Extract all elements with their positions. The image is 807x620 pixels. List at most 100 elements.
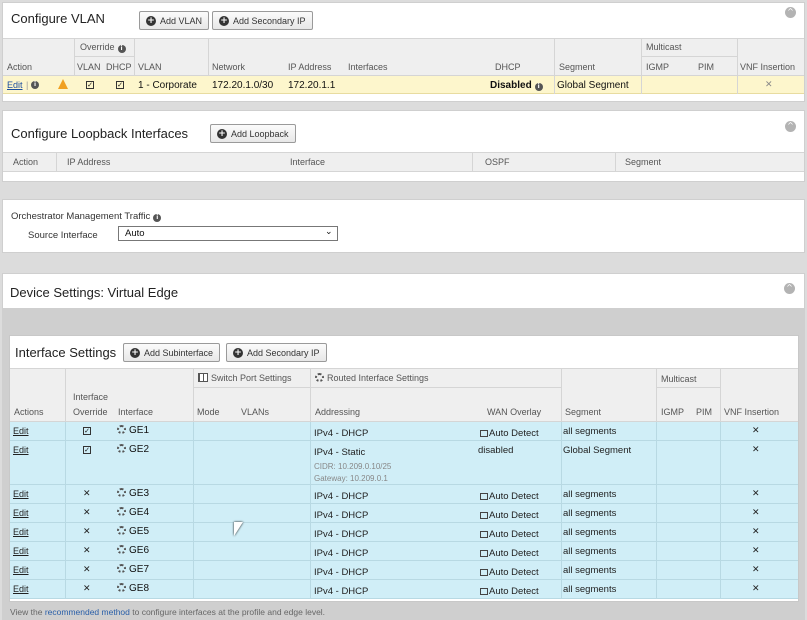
interface-segment: all segments [563,565,617,576]
header-multicast-iface: Multicast [661,374,697,384]
interface-edit-link[interactable]: Edit [13,527,29,537]
header-actions: Actions [14,407,44,417]
interface-segment: Global Segment [563,445,632,456]
header-vlans: VLANs [241,407,270,417]
header-pim-iface: PIM [696,407,713,417]
interface-edit-link[interactable]: Edit [13,426,29,436]
add-subinterface-button[interactable]: + Add Subinterface [123,343,221,362]
info-icon[interactable]: i [153,214,162,222]
interface-override-checkbox[interactable]: ✓ [83,427,91,435]
interface-gear-icon [117,583,126,592]
interface-override-checkbox[interactable]: ✓ [83,446,91,454]
mgmt-title: Orchestrator Management Traffic i [11,211,162,222]
interface-gateway: Gateway: 10.209.0.1 [314,474,388,483]
interface-row: Edit ✕ GE3 IPv4 - DHCP Auto Detect all segmen… [10,485,798,504]
vlan-edit-link[interactable]: Edit [7,80,23,90]
interface-segment: all segments [563,489,617,500]
header-segment-iface: Segment [565,407,602,417]
x-icon: ✕ [83,565,91,575]
vlan-dhcp-status: Disabled i [490,80,543,91]
vlan-name: 1 - Corporate [138,80,197,91]
interface-segment: all segments [563,527,617,538]
chevron-up-circle-icon[interactable]: ^ [784,283,795,294]
plus-circle-icon: + [233,347,243,358]
interface-edit-link[interactable]: Edit [13,445,29,455]
vlan-network: 172.20.1.0/30 [212,80,274,91]
add-secondary-ip-iface-button[interactable]: + Add Secondary IP [226,343,327,362]
info-icon[interactable]: i [534,83,543,91]
dhcp-override-checkbox[interactable]: ✓ [116,81,124,89]
monitor-icon [480,569,488,576]
add-loopback-label: Add Loopback [231,128,289,139]
vlan-segment: Global Segment [557,80,629,91]
interface-edit-link[interactable]: Edit [13,508,29,518]
source-interface-value: Auto [125,228,145,239]
x-icon: ✕ [752,546,760,556]
header-switch-port-settings: Switch Port Settings [198,373,292,383]
separator: | [26,80,29,90]
interface-settings-title: Interface Settings [15,345,117,360]
vlan-row: Edit | i ✓ ✓ 1 - Corporate 172.20.1.0/30… [3,76,804,94]
interface-row: Edit ✕ GE7 IPv4 - DHCP Auto Detect all segmen… [10,561,798,580]
interface-name: GE8 [117,583,149,594]
vlan-panel-title: Configure VLAN [11,11,105,26]
chevron-up-circle-icon[interactable]: ^ [785,7,796,18]
header-ip-address: IP Address [288,62,332,72]
vlan-override-checkbox[interactable]: ✓ [86,81,94,89]
management-traffic-panel: Orchestrator Management Traffic i Source … [2,199,805,253]
interface-edit-link[interactable]: Edit [13,584,29,594]
x-icon: ✕ [765,80,773,90]
header-wan-overlay: WAN Overlay [487,407,542,417]
add-loopback-button[interactable]: + Add Loopback [210,124,296,143]
interface-row: Edit ✕ GE5 IPv4 - DHCP Auto Detect all segmen… [10,523,798,542]
info-icon[interactable]: i [31,81,39,89]
add-secondary-ip-iface-label: Add Secondary IP [247,347,320,358]
header-vnf-insertion: VNF Insertion [740,62,796,72]
recommended-method-link[interactable]: recommended method [45,607,130,617]
add-vlan-button[interactable]: + Add VLAN [139,11,210,30]
vlan-ip: 172.20.1.1 [288,80,336,91]
interface-wan-overlay: Auto Detect [480,548,539,559]
interface-row: Edit ✕ GE4 IPv4 - DHCP Auto Detect all segmen… [10,504,798,523]
warning-icon[interactable] [58,79,68,89]
interface-row: Edit ✓ GE1 IPv4 - DHCP Auto Detect all segmen… [10,422,798,441]
interface-gear-icon [117,488,126,497]
header-interface-override-2: Override [73,407,108,417]
monitor-icon [480,493,488,500]
add-secondary-ip-button[interactable]: + Add Secondary IP [212,11,313,30]
interface-name: GE5 [117,526,149,537]
chevron-down-icon: ⌄ [325,227,333,237]
monitor-icon [480,512,488,519]
header-multicast: Multicast [646,42,682,52]
interface-addressing: IPv4 - DHCP [314,529,369,540]
interface-edit-link[interactable]: Edit [13,546,29,556]
interface-gear-icon [117,545,126,554]
x-icon: ✕ [752,527,760,537]
loopback-header-segment: Segment [625,157,662,167]
monitor-icon [480,430,488,437]
add-secondary-ip-label: Add Secondary IP [233,15,306,26]
monitor-icon [480,531,488,538]
interface-addressing: IPv4 - DHCP [314,510,369,521]
interface-gear-icon [117,425,126,434]
info-icon[interactable]: i [117,45,126,53]
interface-edit-link[interactable]: Edit [13,565,29,575]
interface-wan-overlay: Auto Detect [480,510,539,521]
interface-segment: all segments [563,426,617,437]
x-icon: ✕ [752,565,760,575]
add-subinterface-label: Add Subinterface [144,347,214,358]
chevron-up-circle-icon[interactable]: ^ [785,121,796,132]
interface-addressing: IPv4 - DHCP [314,586,369,597]
source-interface-select[interactable]: Auto ⌄ [118,226,338,241]
interface-cidr: CIDR: 10.209.0.10/25 [314,462,392,471]
monitor-icon [480,550,488,557]
interface-wan-overlay: Auto Detect [480,567,539,578]
loopback-header-ip: IP Address [67,157,111,167]
header-igmp-iface: IGMP [661,407,685,417]
header-vlan-checkbox: VLAN [77,62,101,72]
interface-name: GE2 [117,444,149,455]
interface-edit-link[interactable]: Edit [13,489,29,499]
interface-gear-icon [315,373,324,382]
plus-circle-icon: + [217,128,227,139]
interface-gear-icon [117,507,126,516]
